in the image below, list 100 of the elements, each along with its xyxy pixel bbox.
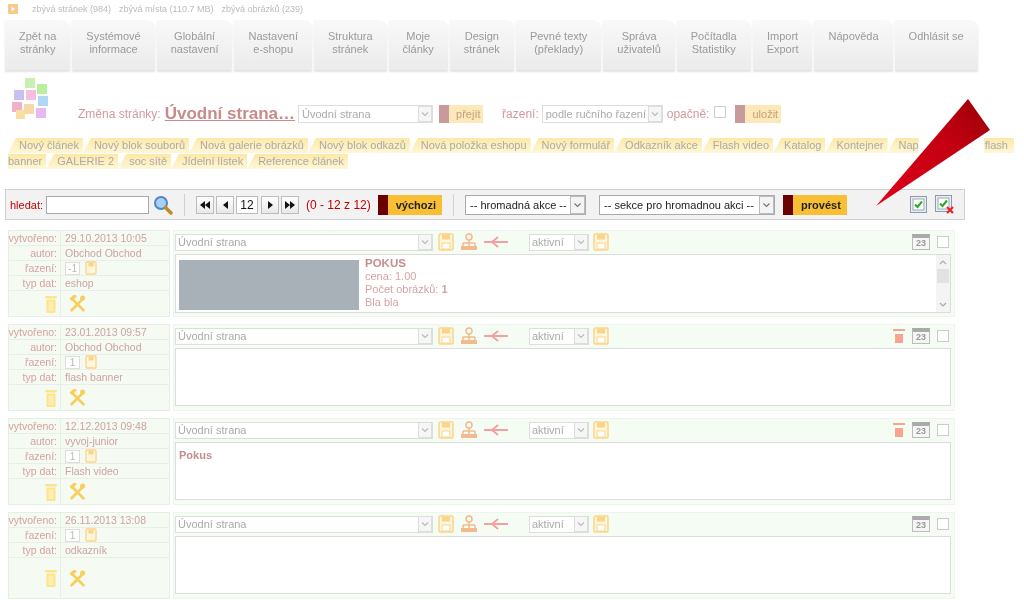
order-field[interactable]: 1 xyxy=(65,355,80,369)
default-button[interactable]: výchozi xyxy=(377,194,443,215)
order-field[interactable]: -1 xyxy=(65,261,80,275)
menu-tab[interactable]: Moje články xyxy=(388,20,448,70)
search-field[interactable] xyxy=(46,195,150,214)
save-button[interactable]: uložit xyxy=(735,105,782,123)
section-select[interactable]: Úvodní strana xyxy=(175,233,433,251)
new-item-tab[interactable]: Nap xyxy=(887,138,919,153)
menu-tab[interactable]: Zpět na stránky xyxy=(5,20,71,70)
menu-tab[interactable]: Správa uživatelů xyxy=(603,20,675,70)
next-page-button[interactable] xyxy=(261,195,280,214)
trash-icon[interactable] xyxy=(45,294,57,313)
new-item-tab[interactable]: Reference článek xyxy=(247,154,348,169)
check-all-icon[interactable] xyxy=(910,196,927,213)
search-icon[interactable] xyxy=(153,194,174,215)
calendar-icon[interactable]: 23 xyxy=(912,234,930,250)
status-select[interactable]: aktivní xyxy=(529,327,589,345)
new-item-tab[interactable]: Nový blok odkazů xyxy=(308,138,410,153)
menu-tab[interactable]: Systémové informace xyxy=(72,20,155,70)
first-page-button[interactable] xyxy=(196,195,215,214)
menu-tab[interactable]: Struktura stránek xyxy=(313,20,387,70)
new-item-tab[interactable]: flash xyxy=(983,138,1014,153)
arrow-left-icon[interactable] xyxy=(483,518,509,530)
save-icon[interactable] xyxy=(593,421,609,439)
entry-checkbox[interactable] xyxy=(937,424,949,436)
tools-icon[interactable] xyxy=(69,483,86,500)
scrollbar[interactable] xyxy=(936,255,950,312)
menu-tab[interactable]: Import Export xyxy=(752,20,813,70)
save-icon[interactable] xyxy=(438,515,454,533)
new-item-tab[interactable]: Nový formulář xyxy=(530,138,615,153)
new-item-tab[interactable]: Nová položka eshopu xyxy=(409,138,531,153)
bulk-action-select[interactable]: -- hromadná akce -- xyxy=(465,194,587,215)
menu-tab[interactable]: Nápověda xyxy=(814,20,893,70)
tools-icon[interactable] xyxy=(69,569,86,587)
bar-square-icon[interactable] xyxy=(893,422,905,438)
save-icon[interactable] xyxy=(593,515,609,533)
go-button[interactable]: přejít xyxy=(439,105,484,123)
new-item-tab[interactable]: soc sítě xyxy=(118,154,172,169)
stamp-icon[interactable] xyxy=(460,233,478,251)
status-select[interactable]: aktivní xyxy=(529,233,589,251)
save-icon[interactable] xyxy=(438,327,454,345)
save-icon[interactable] xyxy=(85,449,97,463)
trash-icon[interactable] xyxy=(45,569,57,587)
play-icon[interactable] xyxy=(8,4,18,14)
tools-icon[interactable] xyxy=(69,389,86,406)
status-select[interactable]: aktivní xyxy=(529,515,589,533)
arrow-left-icon[interactable] xyxy=(483,330,509,342)
save-icon[interactable] xyxy=(438,233,454,251)
new-item-tab[interactable]: Odkazník akce xyxy=(614,138,702,153)
calendar-icon[interactable]: 23 xyxy=(912,422,930,438)
menu-tab[interactable]: Pevné texty (překlady) xyxy=(515,20,602,70)
order-field[interactable]: 1 xyxy=(65,528,80,542)
current-page-link[interactable]: Úvodní strana… xyxy=(164,104,296,124)
new-item-tab[interactable]: Katalog xyxy=(773,138,826,153)
save-icon[interactable] xyxy=(85,528,97,542)
order-field[interactable]: 1 xyxy=(65,449,80,463)
status-select[interactable]: aktivní xyxy=(529,421,589,439)
trash-icon[interactable] xyxy=(45,482,57,501)
new-item-tab[interactable]: Flash video xyxy=(701,138,774,153)
reverse-checkbox[interactable] xyxy=(714,106,727,118)
uncheck-all-icon[interactable] xyxy=(935,195,954,214)
menu-tab[interactable]: Odhlásit se xyxy=(894,20,978,70)
arrow-left-icon[interactable] xyxy=(483,236,509,248)
sort-select[interactable]: podle ručního řazení xyxy=(541,105,663,123)
entry-checkbox[interactable] xyxy=(937,518,949,530)
section-select[interactable]: Úvodní strana xyxy=(175,421,433,439)
new-item-tab[interactable]: Nový blok souborů xyxy=(82,138,190,153)
entry-checkbox[interactable] xyxy=(937,330,949,342)
bulk-section-select[interactable]: -- sekce pro hromadnou akci -- xyxy=(599,194,776,215)
arrow-left-icon[interactable] xyxy=(483,424,509,436)
menu-tab[interactable]: Nastavení e-shopu xyxy=(234,20,312,70)
menu-tab[interactable]: Design stránek xyxy=(449,20,514,70)
new-item-tab[interactable]: GALERIE 2 xyxy=(46,154,119,169)
save-icon[interactable] xyxy=(593,327,609,345)
bar-square-icon[interactable] xyxy=(893,328,905,344)
menu-tab[interactable]: Počítadla Statistiky xyxy=(676,20,751,70)
section-select[interactable]: Úvodní strana xyxy=(175,327,433,345)
new-item-tab[interactable]: Nová galerie obrázků xyxy=(189,138,308,153)
stamp-icon[interactable] xyxy=(460,327,478,345)
new-item-tab[interactable]: Nový článek xyxy=(8,138,83,153)
entry-checkbox[interactable] xyxy=(937,236,949,248)
new-item-tab[interactable]: Jídelní lístek xyxy=(171,154,248,169)
menu-tab[interactable]: Globální nastavení xyxy=(156,20,233,70)
previous-page-button[interactable] xyxy=(216,195,235,214)
run-button[interactable]: provést xyxy=(783,194,847,215)
section-select[interactable]: Úvodní strana xyxy=(175,515,433,533)
page-select[interactable]: Úvodní strana xyxy=(298,105,434,123)
save-icon[interactable] xyxy=(85,355,97,369)
stamp-icon[interactable] xyxy=(460,515,478,533)
stamp-icon[interactable] xyxy=(460,421,478,439)
last-page-button[interactable] xyxy=(281,195,300,214)
calendar-icon[interactable]: 23 xyxy=(912,328,930,344)
tools-icon[interactable] xyxy=(69,295,86,312)
trash-icon[interactable] xyxy=(45,388,57,407)
save-icon[interactable] xyxy=(438,421,454,439)
new-item-tab[interactable]: banner xyxy=(8,154,47,169)
save-icon[interactable] xyxy=(593,233,609,251)
new-item-tab[interactable]: Kontejner xyxy=(825,138,888,153)
page-number-field[interactable]: 12 xyxy=(236,195,259,214)
calendar-icon[interactable]: 23 xyxy=(912,516,930,532)
